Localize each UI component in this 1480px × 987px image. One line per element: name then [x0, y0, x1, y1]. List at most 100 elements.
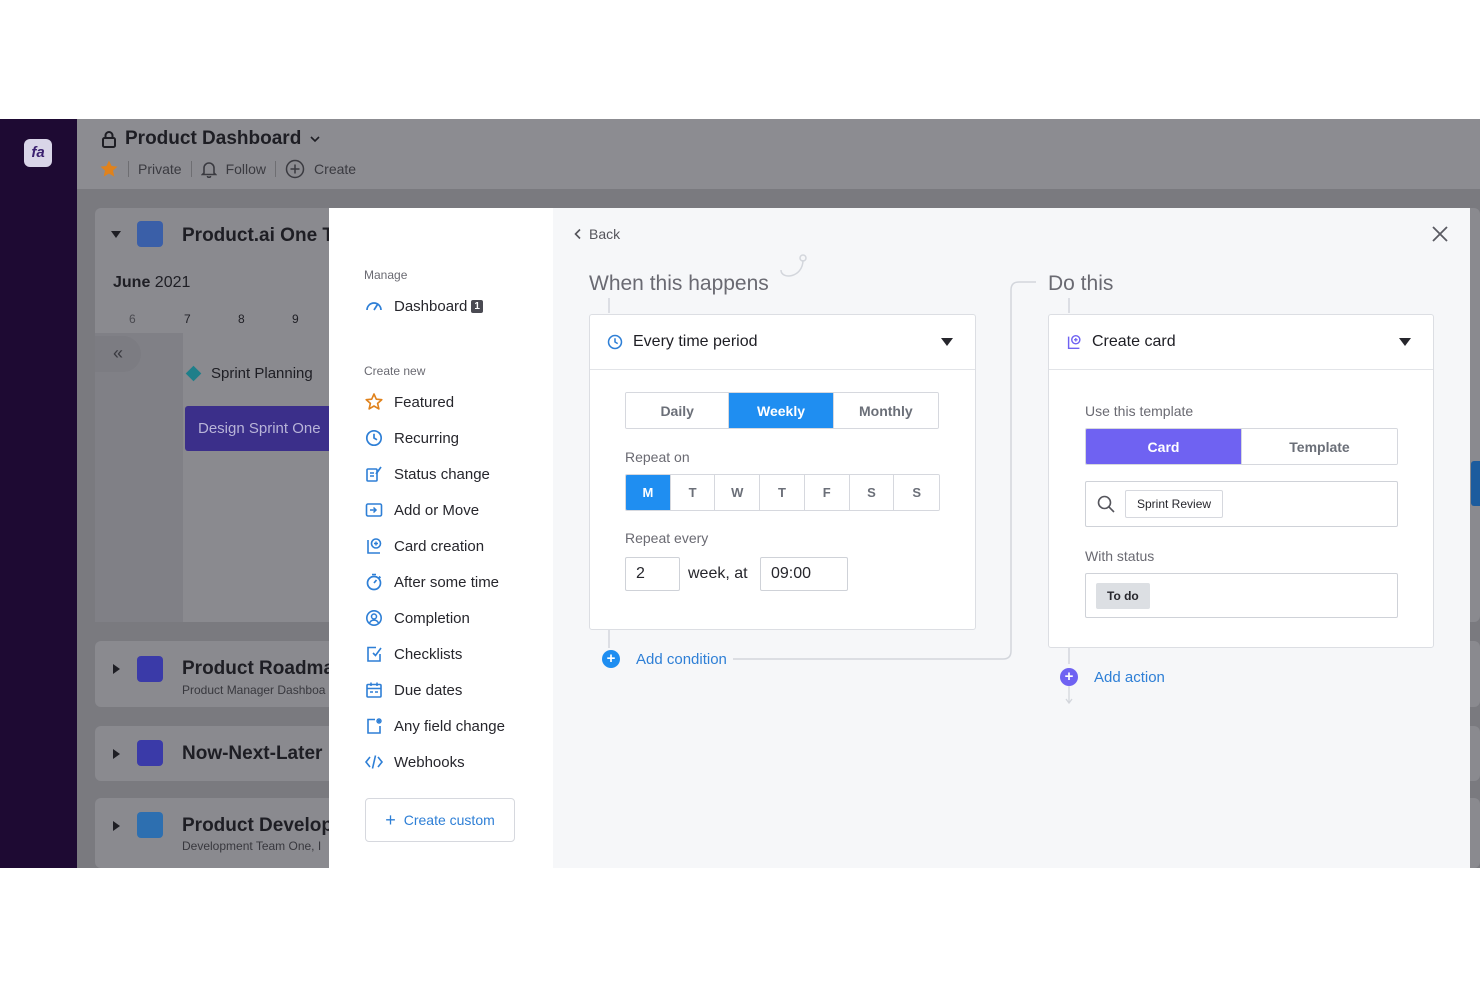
collapse-timeline-button[interactable]: « — [95, 336, 141, 372]
template-search-field[interactable]: Sprint Review — [1085, 481, 1398, 527]
weekday-monday[interactable]: M — [626, 475, 671, 510]
weekday-saturday[interactable]: S — [849, 475, 895, 510]
day-label: 7 — [184, 312, 191, 326]
board-title[interactable]: Now-Next-Later — [182, 743, 322, 765]
period-daily[interactable]: Daily — [626, 393, 730, 428]
right-edge-tab[interactable] — [1471, 461, 1480, 506]
template-tab-card[interactable]: Card — [1086, 429, 1242, 464]
repeat-every-input[interactable]: 2 — [625, 557, 680, 591]
day-label: 8 — [238, 312, 245, 326]
board-title[interactable]: Product.ai One T — [182, 225, 334, 247]
sidebar-item-add-or-move[interactable]: Add or Move — [364, 498, 479, 522]
trigger-select[interactable]: Every time period — [590, 315, 975, 370]
plus-circle-icon: + — [1060, 668, 1078, 686]
board-subtitle: Development Team One, I — [182, 839, 322, 853]
sidebar-item-label: After some time — [394, 573, 500, 591]
sidebar-item-label: Checklists — [394, 645, 463, 663]
app-logo[interactable]: fa — [24, 139, 52, 167]
selected-template-chip[interactable]: Sprint Review — [1125, 490, 1224, 518]
clock-icon — [365, 429, 383, 447]
board-title[interactable]: Product Develop — [182, 815, 333, 837]
action-panel: Create card Use this template Card Templ… — [1048, 314, 1434, 648]
template-toggle: Card Template — [1085, 428, 1398, 465]
page-meta: Private Follow Create — [99, 159, 356, 179]
design-sprint-bar[interactable]: Design Sprint One — [185, 406, 335, 451]
milestone-label: Sprint Planning — [211, 365, 313, 382]
weekday-friday[interactable]: F — [804, 475, 850, 510]
sidebar-item-webhooks[interactable]: Webhooks — [364, 750, 465, 774]
board-icon — [137, 656, 163, 682]
status-field[interactable]: To do — [1085, 573, 1398, 618]
checklist-icon — [367, 646, 382, 662]
add-condition-label: Add condition — [636, 650, 727, 668]
add-condition-button[interactable]: + Add condition — [602, 650, 727, 668]
sidebar-item-label: Dashboard — [394, 297, 468, 315]
follow-button[interactable]: Follow — [226, 161, 266, 177]
weekday-sunday[interactable]: S — [894, 475, 939, 510]
repeat-on-label: Repeat on — [625, 449, 690, 465]
code-icon — [364, 755, 384, 769]
status-chip[interactable]: To do — [1096, 583, 1150, 609]
timeline-body — [95, 333, 183, 622]
sidebar-item-recurring[interactable]: Recurring — [364, 426, 459, 450]
caret-down-icon — [941, 338, 953, 346]
action-select[interactable]: Create card — [1049, 315, 1433, 370]
trigger-select-value: Every time period — [633, 333, 758, 350]
sidebar-item-checklists[interactable]: Checklists — [364, 642, 462, 666]
weekday-wednesday[interactable]: W — [715, 475, 761, 510]
milestone-sprint-planning[interactable]: Sprint Planning — [185, 365, 313, 382]
sidebar-item-due-dates[interactable]: Due dates — [364, 678, 462, 702]
sidebar-item-any-field-change[interactable]: Any field change — [364, 714, 505, 738]
weekday-thursday[interactable]: T — [760, 475, 805, 510]
expand-toggle[interactable] — [113, 749, 120, 759]
sidebar-item-dashboard[interactable]: Dashboard 1 — [364, 294, 483, 318]
add-action-button[interactable]: + Add action — [1060, 668, 1165, 686]
create-button[interactable]: Create — [314, 161, 356, 177]
chevron-down-icon[interactable] — [309, 133, 321, 145]
repeat-every-label: Repeat every — [625, 530, 709, 546]
template-tab-template[interactable]: Template — [1242, 429, 1397, 464]
plus-circle-icon: + — [602, 650, 620, 668]
sidebar-item-label: Featured — [394, 393, 455, 411]
page-title-row[interactable]: Product Dashboard — [101, 128, 321, 150]
divider — [128, 161, 129, 177]
period-monthly[interactable]: Monthly — [833, 393, 938, 428]
month-label: June — [113, 274, 151, 291]
time-input[interactable]: 09:00 — [760, 557, 848, 591]
clock-icon — [607, 334, 623, 350]
create-custom-button[interactable]: + Create custom — [365, 798, 515, 842]
divider — [275, 161, 277, 177]
plus-icon: + — [385, 810, 396, 830]
expand-toggle[interactable] — [113, 821, 120, 831]
private-label[interactable]: Private — [138, 161, 182, 177]
field-change-icon — [367, 718, 382, 734]
card-creation-icon — [1067, 334, 1081, 350]
status-label: With status — [1085, 548, 1155, 564]
sidebar-item-after-some-time[interactable]: After some time — [364, 570, 499, 594]
status-change-icon — [366, 466, 382, 482]
manage-section-label: Manage — [364, 268, 408, 282]
action-heading: Do this — [1048, 272, 1114, 295]
day-labels: 6 7 8 9 — [129, 312, 332, 326]
expand-toggle[interactable] — [113, 664, 120, 674]
card-creation-icon — [367, 538, 382, 554]
star-icon — [365, 393, 383, 410]
board-icon — [137, 740, 163, 766]
sidebar-item-label: Completion — [394, 609, 470, 627]
weekday-tuesday[interactable]: T — [670, 475, 716, 510]
bell-icon[interactable] — [200, 160, 217, 178]
sidebar-item-completion[interactable]: Completion — [364, 606, 470, 630]
period-weekly[interactable]: Weekly — [729, 393, 834, 428]
sidebar-item-featured[interactable]: Featured — [364, 390, 454, 414]
app-window: fa Product Dashboard Private Follow Crea… — [0, 119, 1480, 868]
day-label: 6 — [129, 312, 136, 326]
board-icon — [137, 812, 163, 838]
sidebar-item-status-change[interactable]: Status change — [364, 462, 490, 486]
lock-icon — [102, 131, 116, 148]
collapse-toggle[interactable] — [111, 231, 121, 238]
sidebar-item-card-creation[interactable]: Card creation — [364, 534, 484, 558]
create-new-section-label: Create new — [364, 364, 426, 378]
board-title[interactable]: Product Roadma — [182, 658, 334, 680]
plus-circle-icon[interactable] — [285, 159, 305, 179]
star-icon[interactable] — [99, 159, 119, 179]
